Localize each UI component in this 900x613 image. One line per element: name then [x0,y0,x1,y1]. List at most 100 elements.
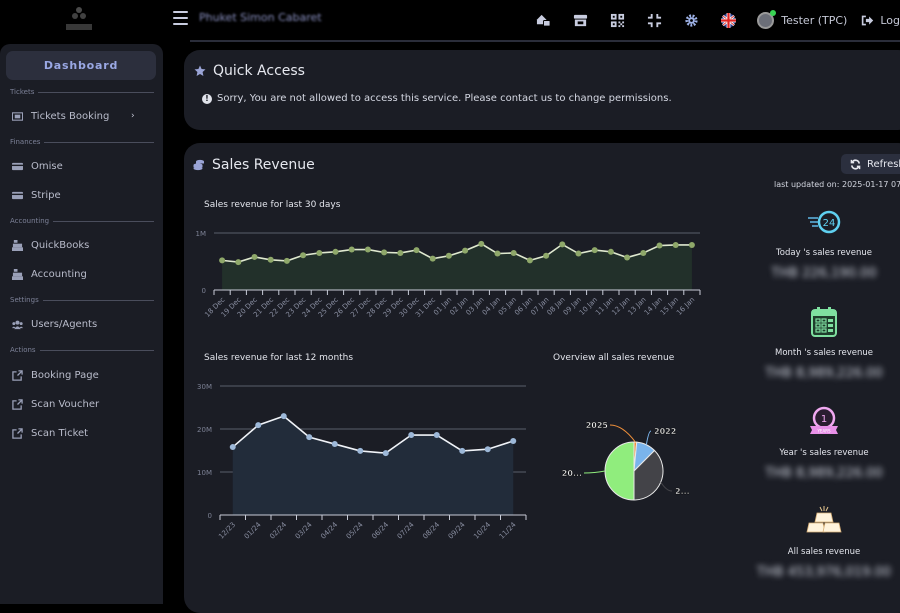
data-point [429,255,436,262]
qr-code-button[interactable] [605,10,630,30]
x-tick-label: 05/24 [345,520,365,540]
sidebar-item-label: Accounting [31,268,87,280]
last-updated-timestamp: last updated on: 2025-01-17 07:20:3 [774,180,900,189]
menu-toggle-button[interactable] [173,11,188,25]
sidebar-item-label: Omise [31,160,63,172]
data-point [640,249,647,256]
sidebar-item-stripe[interactable]: Stripe [0,184,163,206]
sidebar-item-booking-page[interactable]: Booking Page [0,364,163,386]
sidebar-item-scan-ticket[interactable]: Scan Ticket [0,422,163,444]
sidebar-item-label: Booking Page [31,369,99,381]
y-tick-label: 30M [197,383,212,391]
sidebar-item-scan-voucher[interactable]: Scan Voucher [0,393,163,415]
chart-title-30-days: Sales revenue for last 30 days [204,200,341,210]
data-point [607,248,614,255]
chart-title-12-months: Sales revenue for last 12 months [204,353,354,363]
sidebar-item-accounting[interactable]: Accounting [0,263,163,285]
cash-register-icon [12,268,23,280]
x-tick-label: 11/24 [498,520,518,540]
stat-all-label: All sales revenue [787,547,861,557]
logout-button[interactable]: Log [861,14,900,27]
sales-revenue-title-text: Sales Revenue [212,157,315,173]
data-point [408,432,415,439]
y-tick-label: 0 [202,287,206,295]
data-point [255,422,262,429]
data-point [656,242,663,249]
sidebar: Dashboard Tickets Tickets Booking › Fina… [0,44,163,604]
data-point [672,241,679,248]
data-point [280,413,287,420]
section-label-tickets: Tickets [10,88,154,96]
chart-overview-pie[interactable]: 2025 2022 2... 20... [544,403,714,523]
data-point [445,252,452,259]
store-button[interactable] [568,10,593,30]
avatar[interactable] [757,9,777,29]
external-link-icon [12,369,23,381]
credit-card-icon [12,190,23,201]
x-tick-label: 01/24 [243,520,263,540]
data-point [688,241,695,248]
data-point [494,250,501,257]
y-tick-label: 10M [197,469,212,477]
series-area [222,243,692,290]
x-tick-label: 10/24 [472,520,492,540]
x-tick-label: 02/24 [268,520,288,540]
chart-12-months[interactable]: 0 10M 20M 30M 12/23 01/24 02/24 03/24 04/24 05/24… [194,373,544,553]
clock-24-icon: 24 [808,210,841,234]
stat-month-value: THB 8,989,226.00 [765,366,883,381]
pie-connector [660,481,673,492]
section-label-settings: Settings [10,296,154,304]
external-link-icon [12,427,23,439]
sidebar-item-dashboard[interactable]: Dashboard [6,51,156,80]
stat-today-value: THB 226,190.00 [771,266,877,281]
section-label-accounting: Accounting [10,217,154,225]
language-selector[interactable] [716,10,741,30]
home-swap-button[interactable] [531,10,556,30]
refresh-label: Refresh [867,158,900,170]
data-point [478,240,485,247]
data-point [510,249,517,256]
stat-year: 1 YEARS Year 's sales revenue THB 8,989,2… [749,406,899,481]
sidebar-item-omise[interactable]: Omise [0,155,163,177]
sidebar-item-label: Stripe [31,189,61,201]
pie-connector [645,430,652,445]
external-link-icon [12,398,23,410]
pie-label: 20... [562,469,582,478]
data-point [433,432,440,439]
stat-year-value: THB 8,989,226.00 [765,466,883,481]
sidebar-item-users-agents[interactable]: Users/Agents [0,313,163,335]
info-icon: ! [202,93,212,104]
data-point [306,434,313,441]
one-year-badge-icon: 1 YEARS [810,406,838,434]
ticket-icon [12,111,23,122]
data-point [283,257,290,264]
sidebar-item-tickets-booking[interactable]: Tickets Booking › [0,105,163,127]
cash-register-icon [12,239,23,251]
compress-button[interactable] [642,10,667,30]
pie-label: 2022 [654,427,676,436]
data-point [251,253,258,260]
svg-text:1: 1 [821,414,827,425]
data-point [510,438,517,445]
data-point [459,447,466,454]
stat-today: 24 Today 's sales revenue THB 226,190.00 [749,206,899,281]
chart-30-days[interactable]: 01M18 Dec19 Dec20 Dec21 Dec22 Dec23 Dec2… [194,218,714,328]
data-point [357,447,364,454]
data-point [591,247,598,254]
data-point [331,441,338,448]
pie-connector [609,424,636,443]
x-tick-label: 09/24 [447,520,467,540]
pie-connector [583,470,606,474]
refresh-button[interactable]: Refresh [841,154,900,174]
x-tick-label: 16 Jan [675,296,696,317]
compress-icon [648,13,662,27]
stat-month-label: Month 's sales revenue [775,348,873,358]
sidebar-item-quickbooks[interactable]: QuickBooks [0,234,163,256]
svg-text:24: 24 [823,218,836,229]
brand-name: Phuket Simon Cabaret [199,11,322,24]
data-point [300,252,307,259]
user-name[interactable]: Tester (TPC) [781,14,847,27]
data-point [575,250,582,257]
x-tick-label: 12/23 [217,521,237,541]
settings-button[interactable] [679,10,704,30]
